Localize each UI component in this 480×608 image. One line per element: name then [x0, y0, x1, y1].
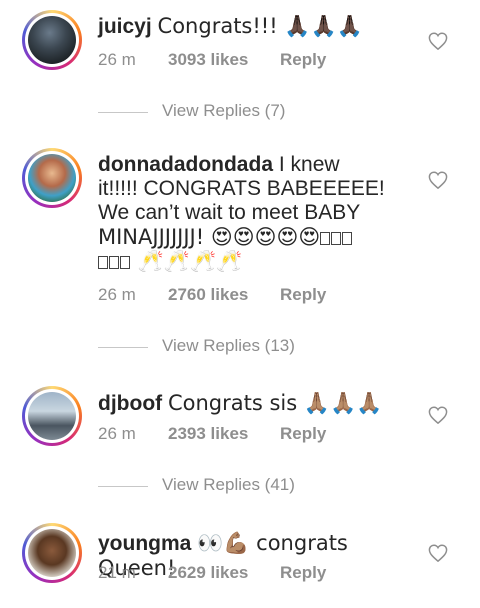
heart-outline-icon[interactable]	[428, 406, 448, 424]
comment-time: 26 m	[98, 285, 136, 304]
comment-body-line-5-text: 🥂🥂🥂🥂	[137, 249, 243, 273]
comment-text: donnadadondada I knew it!!!!! CONGRATS B…	[98, 153, 398, 273]
likes-count[interactable]: 2393 likes	[168, 424, 248, 444]
avatar[interactable]	[22, 148, 82, 208]
username[interactable]: donnadadondada	[98, 153, 273, 176]
heart-outline-icon[interactable]	[428, 32, 448, 50]
heart-outline-icon[interactable]	[428, 171, 448, 189]
reply-button[interactable]: Reply	[280, 563, 326, 583]
reply-button[interactable]: Reply	[280, 50, 326, 70]
reply-button[interactable]: Reply	[280, 424, 326, 444]
comment-body: Congrats!!! 🙏🏿🙏🏿🙏🏿	[157, 14, 363, 38]
view-replies-label[interactable]: View Replies (7)	[162, 101, 285, 121]
comment-meta: 26 m 3093 likes Reply	[98, 50, 326, 70]
heart-outline-icon[interactable]	[428, 544, 448, 562]
comment-text: juicyj Congrats!!! 🙏🏿🙏🏿🙏🏿	[98, 14, 398, 39]
view-replies-label[interactable]: View Replies (13)	[162, 336, 295, 356]
comment-body-line-5: 🥂🥂🥂🥂	[98, 249, 398, 273]
comment-meta: 26 m 2760 likes Reply	[98, 285, 326, 305]
view-replies-label[interactable]: View Replies (41)	[162, 475, 295, 495]
likes-count[interactable]: 2629 likes	[168, 563, 248, 583]
avatar[interactable]	[22, 386, 82, 446]
comment-body-line-4-text: MINAJJJJJJJ! 😍😍😍😍😍	[98, 225, 321, 249]
comment-body-line-3: We can’t wait to meet BABY	[98, 201, 361, 224]
view-replies[interactable]: View Replies (41)	[98, 475, 398, 495]
comment-body-line-1: I knew	[278, 153, 340, 176]
view-replies[interactable]: View Replies (13)	[98, 336, 398, 356]
username[interactable]: juicyj	[98, 15, 152, 38]
comment-time: 26 m	[98, 424, 136, 443]
reply-button[interactable]: Reply	[280, 285, 326, 305]
username[interactable]: djboof	[98, 392, 162, 415]
likes-count[interactable]: 3093 likes	[168, 50, 248, 70]
comment-body-line-4: MINAJJJJJJJ! 😍😍😍😍😍	[98, 225, 398, 249]
avatar[interactable]	[22, 523, 82, 583]
comment-meta: 21 m 2629 likes Reply	[98, 563, 326, 583]
username[interactable]: youngma	[98, 532, 191, 555]
comment-body: Congrats sis 🙏🏽🙏🏽🙏🏽	[167, 391, 383, 415]
comment-text: djboof Congrats sis 🙏🏽🙏🏽🙏🏽	[98, 391, 398, 416]
divider	[98, 112, 148, 113]
comment-body-line-2: it!!!!! CONGRATS BABEEEEE!	[98, 177, 385, 200]
view-replies[interactable]: View Replies (7)	[98, 101, 398, 121]
comment-time: 21 m	[98, 563, 136, 582]
divider	[98, 347, 148, 348]
likes-count[interactable]: 2760 likes	[168, 285, 248, 305]
comment-meta: 26 m 2393 likes Reply	[98, 424, 326, 444]
divider	[98, 486, 148, 487]
avatar[interactable]	[22, 10, 82, 70]
comment-time: 26 m	[98, 50, 136, 69]
